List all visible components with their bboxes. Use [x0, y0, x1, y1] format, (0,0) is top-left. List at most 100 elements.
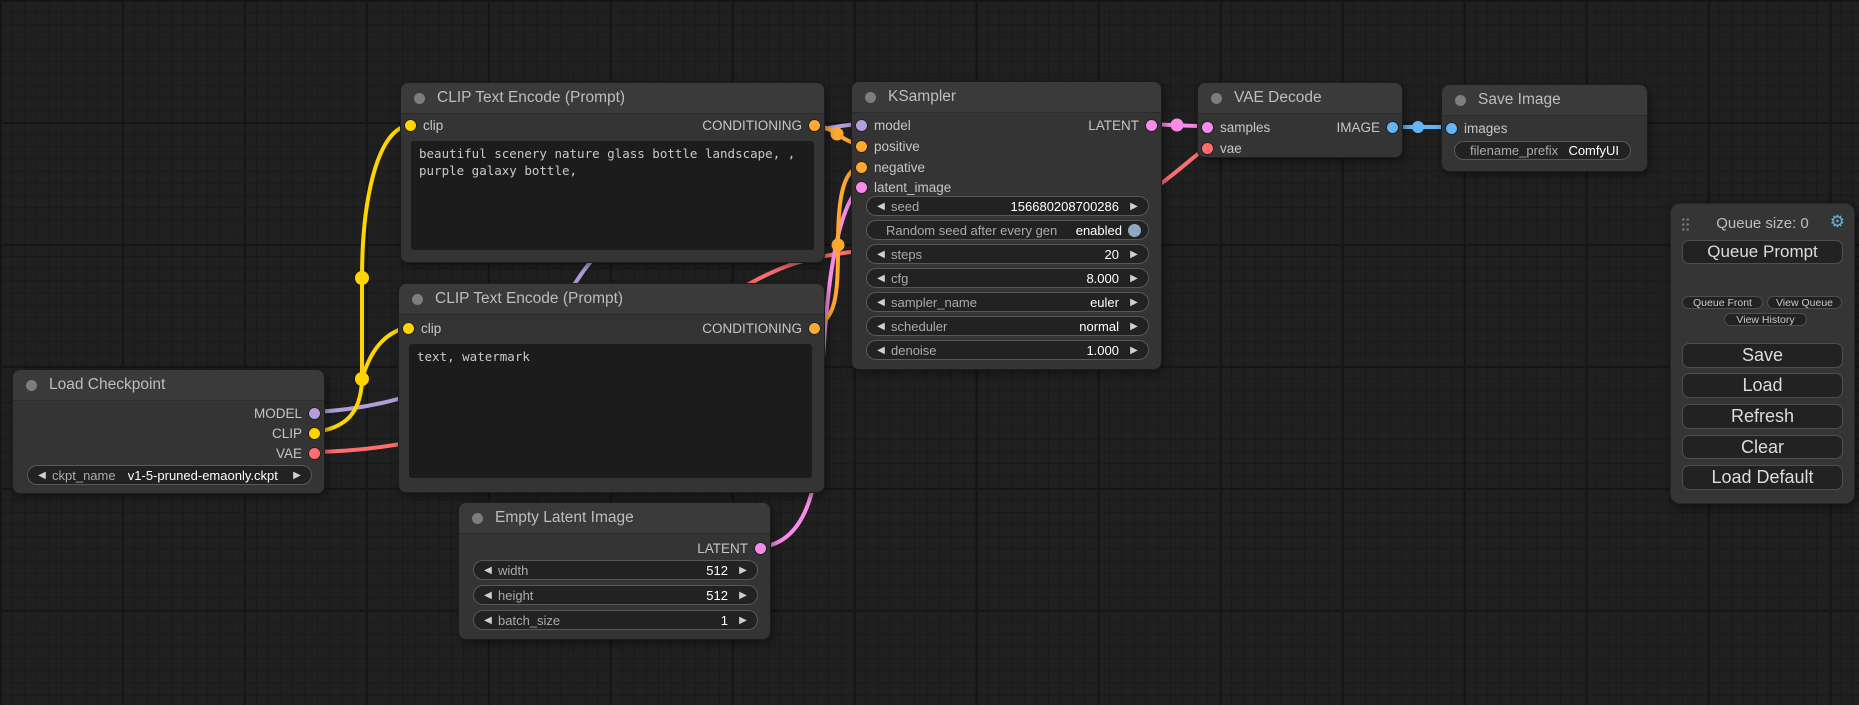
widget-label: cfg	[891, 271, 908, 286]
node-load-checkpoint[interactable]: Load Checkpoint MODEL CLIP VAE ◀ ckpt_na…	[12, 369, 325, 494]
link-dot	[832, 239, 845, 252]
increment-icon[interactable]: ▶	[736, 615, 750, 626]
node-graph-canvas[interactable]: Load Checkpoint MODEL CLIP VAE ◀ ckpt_na…	[0, 0, 1859, 705]
increment-icon[interactable]: ▶	[1127, 201, 1141, 212]
decrement-icon[interactable]: ◀	[874, 249, 888, 260]
collapse-dot-icon[interactable]	[1455, 95, 1466, 106]
latent-port-icon[interactable]	[1146, 120, 1157, 131]
save-button[interactable]: Save	[1682, 343, 1843, 368]
node-header[interactable]: Save Image	[1442, 85, 1647, 116]
node-ksampler[interactable]: KSampler model LATENT positive negative …	[851, 81, 1162, 370]
increment-icon[interactable]: ▶	[1127, 345, 1141, 356]
decrement-icon[interactable]: ◀	[874, 201, 888, 212]
collapse-dot-icon[interactable]	[865, 92, 876, 103]
slot-label: positive	[874, 139, 920, 154]
decrement-icon[interactable]: ◀	[481, 590, 495, 601]
widget-sampler-name[interactable]: ◀ sampler_name euler ▶	[866, 292, 1149, 312]
widget-height[interactable]: ◀ height 512 ▶	[473, 585, 758, 605]
prompt-textarea[interactable]: beautiful scenery nature glass bottle la…	[411, 141, 814, 250]
collapse-dot-icon[interactable]	[472, 513, 483, 524]
queue-front-button[interactable]: Queue Front	[1682, 296, 1763, 309]
model-port-icon[interactable]	[309, 408, 320, 419]
node-save-image[interactable]: Save Image images filename_prefix ComfyU…	[1441, 84, 1648, 172]
decrement-icon[interactable]: ◀	[35, 470, 49, 481]
slot-label: MODEL	[254, 406, 302, 421]
widget-scheduler[interactable]: ◀ scheduler normal ▶	[866, 316, 1149, 336]
widget-seed[interactable]: ◀ seed 156680208700286 ▶	[866, 196, 1149, 216]
slot-label: IMAGE	[1336, 120, 1380, 135]
load-button[interactable]: Load	[1682, 373, 1843, 398]
increment-icon[interactable]: ▶	[1127, 297, 1141, 308]
output-slot-vae: VAE	[17, 443, 320, 463]
output-slot-clip: CLIP	[17, 423, 320, 443]
queue-prompt-button[interactable]: Queue Prompt	[1682, 240, 1843, 264]
refresh-button[interactable]: Refresh	[1682, 404, 1843, 429]
collapse-dot-icon[interactable]	[26, 380, 37, 391]
increment-icon[interactable]: ▶	[1127, 273, 1141, 284]
conditioning-port-icon[interactable]	[856, 141, 867, 152]
node-header[interactable]: Load Checkpoint	[13, 370, 324, 401]
vae-port-icon[interactable]	[1202, 143, 1213, 154]
slot-label: CLIP	[272, 426, 302, 441]
node-header[interactable]: CLIP Text Encode (Prompt)	[399, 284, 824, 315]
latent-port-icon[interactable]	[856, 182, 867, 193]
node-header[interactable]: KSampler	[852, 82, 1161, 113]
decrement-icon[interactable]: ◀	[874, 297, 888, 308]
latent-port-icon[interactable]	[755, 543, 766, 554]
slot-label: VAE	[276, 446, 302, 461]
load-default-button[interactable]: Load Default	[1682, 465, 1843, 490]
decrement-icon[interactable]: ◀	[874, 273, 888, 284]
increment-icon[interactable]: ▶	[1127, 321, 1141, 332]
widget-filename-prefix[interactable]: filename_prefix ComfyUI	[1454, 141, 1631, 160]
image-port-icon[interactable]	[1387, 122, 1398, 133]
prompt-textarea[interactable]: text, watermark	[409, 344, 812, 478]
widget-label: Random seed after every gen	[886, 223, 1057, 238]
collapse-dot-icon[interactable]	[414, 93, 425, 104]
toggle-icon[interactable]	[1128, 224, 1141, 237]
widget-label: steps	[891, 247, 922, 262]
node-vae-decode[interactable]: VAE Decode samples IMAGE vae	[1197, 82, 1403, 158]
node-header[interactable]: VAE Decode	[1198, 83, 1402, 114]
image-port-icon[interactable]	[1446, 123, 1457, 134]
collapse-dot-icon[interactable]	[1211, 93, 1222, 104]
widget-batch-size[interactable]: ◀ batch_size 1 ▶	[473, 610, 758, 630]
widget-width[interactable]: ◀ width 512 ▶	[473, 560, 758, 580]
queue-panel[interactable]: Queue size: 0 ⚙ Queue Prompt Extra optio…	[1670, 203, 1855, 504]
view-queue-button[interactable]: View Queue	[1767, 296, 1842, 309]
clear-button[interactable]: Clear	[1682, 435, 1843, 459]
widget-value: 20	[1105, 247, 1127, 262]
view-history-button[interactable]: View History	[1724, 313, 1807, 326]
widget-random-seed[interactable]: Random seed after every gen enabled	[866, 220, 1149, 240]
clip-port-icon[interactable]	[309, 428, 320, 439]
increment-icon[interactable]: ▶	[1127, 249, 1141, 260]
increment-icon[interactable]: ▶	[736, 565, 750, 576]
vae-port-icon[interactable]	[309, 448, 320, 459]
node-clip-text-encode-negative[interactable]: CLIP Text Encode (Prompt) clip CONDITION…	[398, 283, 825, 493]
widget-denoise[interactable]: ◀ denoise 1.000 ▶	[866, 340, 1149, 360]
widget-ckpt-name[interactable]: ◀ ckpt_name v1-5-pruned-emaonly.ckpt ▶	[27, 465, 312, 485]
gear-icon[interactable]: ⚙	[1830, 212, 1845, 232]
output-slot-conditioning: CONDITIONING	[405, 115, 820, 135]
conditioning-port-icon[interactable]	[856, 162, 867, 173]
link-dot	[1171, 119, 1184, 132]
increment-icon[interactable]: ▶	[290, 470, 304, 481]
node-title: KSampler	[888, 88, 956, 106]
node-header[interactable]: CLIP Text Encode (Prompt)	[401, 83, 824, 114]
widget-cfg[interactable]: ◀ cfg 8.000 ▶	[866, 268, 1149, 288]
collapse-dot-icon[interactable]	[412, 294, 423, 305]
conditioning-port-icon[interactable]	[809, 120, 820, 131]
decrement-icon[interactable]: ◀	[874, 345, 888, 356]
node-header[interactable]: Empty Latent Image	[459, 503, 770, 534]
widget-label: batch_size	[498, 613, 560, 628]
node-clip-text-encode-positive[interactable]: CLIP Text Encode (Prompt) clip CONDITION…	[400, 82, 825, 263]
conditioning-port-icon[interactable]	[809, 323, 820, 334]
decrement-icon[interactable]: ◀	[481, 565, 495, 576]
widget-steps[interactable]: ◀ steps 20 ▶	[866, 244, 1149, 264]
node-title: CLIP Text Encode (Prompt)	[435, 290, 623, 308]
node-empty-latent-image[interactable]: Empty Latent Image LATENT ◀ width 512 ▶ …	[458, 502, 771, 640]
node-title: CLIP Text Encode (Prompt)	[437, 89, 625, 107]
decrement-icon[interactable]: ◀	[481, 615, 495, 626]
decrement-icon[interactable]: ◀	[874, 321, 888, 332]
increment-icon[interactable]: ▶	[736, 590, 750, 601]
queue-size-label: Queue size: 0	[1671, 215, 1854, 232]
